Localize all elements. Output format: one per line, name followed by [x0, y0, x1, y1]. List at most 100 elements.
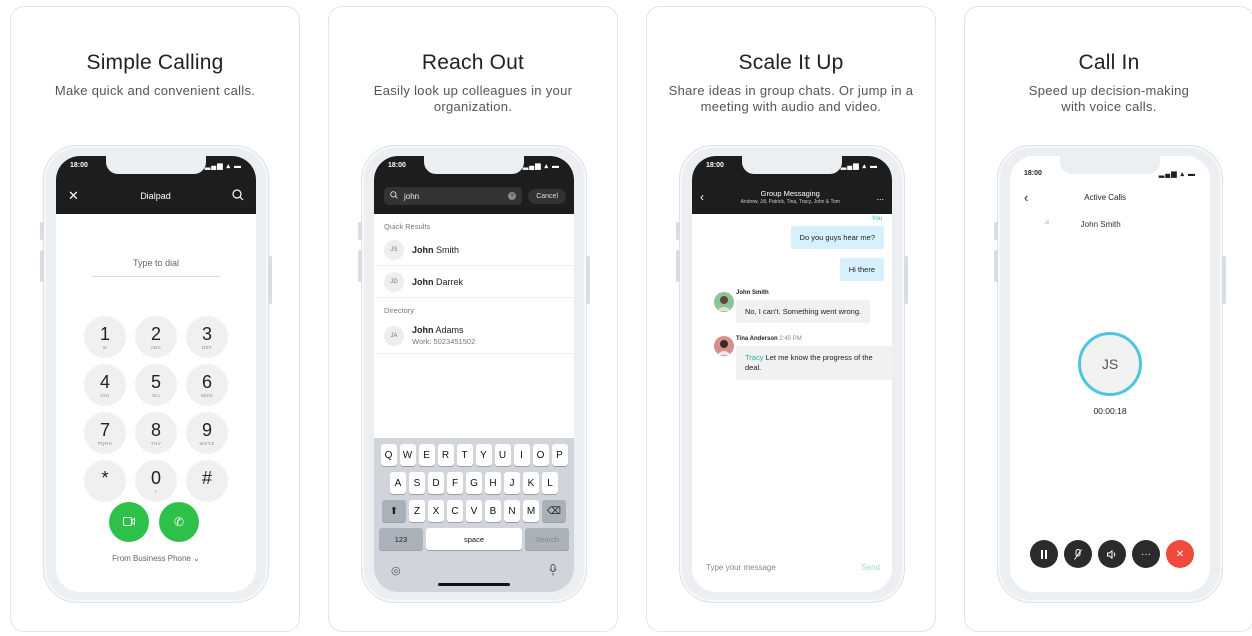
- quick-results-label: Quick Results: [384, 222, 431, 231]
- key-1[interactable]: 1 ✉: [84, 316, 126, 358]
- key-3[interactable]: 3 DEF: [186, 316, 228, 358]
- clear-icon[interactable]: ×: [508, 192, 517, 200]
- end-call-icon[interactable]: ✕: [1166, 540, 1194, 568]
- search-icon[interactable]: [232, 189, 244, 203]
- keyboard-key[interactable]: M: [523, 500, 539, 522]
- search-query: john: [404, 191, 420, 201]
- caller-avatar: JS: [1078, 332, 1142, 396]
- search-key[interactable]: Search: [525, 528, 569, 550]
- contact-first-name: John: [412, 325, 434, 335]
- keyboard-key[interactable]: L: [542, 472, 558, 494]
- video-call-button[interactable]: [109, 502, 149, 542]
- keyboard-key[interactable]: N: [504, 500, 520, 522]
- audio-call-button[interactable]: ✆: [159, 502, 199, 542]
- contact-first-name: John: [412, 244, 434, 255]
- send-button[interactable]: Send: [861, 563, 880, 572]
- from-business-phone[interactable]: From Business Phone ⌄: [56, 554, 256, 563]
- key-6[interactable]: 6 MNO: [186, 364, 228, 406]
- pause-icon[interactable]: [1030, 540, 1058, 568]
- key-8[interactable]: 8 TUV: [135, 412, 177, 454]
- side-button: [586, 256, 590, 304]
- contact-last-name: Smith: [436, 244, 460, 255]
- active-call-row[interactable]: .ıl John Smith: [1044, 220, 1176, 229]
- list-item[interactable]: JD John Darrek: [374, 266, 574, 298]
- sender-name: John Smith: [736, 290, 769, 296]
- more-icon[interactable]: ···: [1132, 540, 1160, 568]
- keyboard-key[interactable]: T: [456, 444, 473, 466]
- keyboard-key[interactable]: Y: [475, 444, 492, 466]
- more-icon[interactable]: ...: [876, 192, 884, 202]
- key-digit: *: [101, 467, 109, 488]
- phone-screen: 18:00 ▂▄▆ ▴ ▬ ✕ Dialpad Type to dial 1 ✉ …: [56, 156, 256, 592]
- key-digit: 4: [99, 371, 110, 392]
- key-4[interactable]: 4 GHI: [84, 364, 126, 406]
- card-title: Simple Calling: [86, 51, 224, 74]
- backspace-key[interactable]: ⌫: [542, 500, 566, 522]
- list-item[interactable]: JA John Adams Work: 5023451502: [374, 318, 574, 354]
- mic-icon[interactable]: [549, 564, 557, 579]
- keyboard-key[interactable]: G: [466, 472, 482, 494]
- key-2[interactable]: 2 ABC: [135, 316, 177, 358]
- keyboard-key[interactable]: R: [437, 444, 454, 466]
- contact-first-name: John: [412, 276, 434, 287]
- keyboard-key[interactable]: J: [504, 472, 520, 494]
- keyboard-key[interactable]: P: [551, 444, 568, 466]
- dial-input[interactable]: Type to dial: [92, 258, 220, 277]
- card-title: Call In: [1078, 51, 1140, 74]
- keyboard-key[interactable]: S: [409, 472, 425, 494]
- keyboard-key[interactable]: A: [390, 472, 406, 494]
- keyboard-key[interactable]: I: [513, 444, 530, 466]
- key-9[interactable]: 9 WXYZ: [186, 412, 228, 454]
- keyboard-key[interactable]: O: [532, 444, 549, 466]
- globe-icon[interactable]: ◎: [391, 564, 401, 579]
- side-button: [40, 250, 44, 282]
- sender-name: Tina Anderson: [736, 336, 778, 342]
- keyboard-key[interactable]: D: [428, 472, 444, 494]
- card-call-in: Call In Speed up decision-making with vo…: [964, 6, 1252, 632]
- speaker-icon[interactable]: [1098, 540, 1126, 568]
- avatar: JD: [384, 271, 404, 292]
- keyboard-key[interactable]: X: [428, 500, 444, 522]
- keyboard: QWERTYUIOP ASDFGHJKL ⬆ ZXCVBNM ⌫ 123 spa…: [374, 438, 574, 592]
- keyboard-key[interactable]: H: [485, 472, 501, 494]
- mention[interactable]: Tracy: [745, 353, 763, 362]
- key-0[interactable]: 0 +: [135, 460, 177, 502]
- keyboard-key[interactable]: C: [447, 500, 463, 522]
- keyboard-key[interactable]: Q: [380, 444, 397, 466]
- keyboard-key[interactable]: F: [447, 472, 463, 494]
- cancel-button[interactable]: Cancel: [528, 188, 566, 204]
- keyboard-key[interactable]: U: [494, 444, 511, 466]
- keyboard-key[interactable]: B: [485, 500, 501, 522]
- key-7[interactable]: 7 PQRS: [84, 412, 126, 454]
- key-5[interactable]: 5 JKL: [135, 364, 177, 406]
- key-digit: 7: [99, 419, 110, 440]
- close-icon[interactable]: ✕: [68, 188, 79, 204]
- home-indicator: [1074, 583, 1146, 586]
- key-star[interactable]: *: [84, 460, 126, 502]
- mute-icon[interactable]: [1064, 540, 1092, 568]
- numbers-key[interactable]: 123: [379, 528, 423, 550]
- key-letters: DEF: [201, 344, 213, 350]
- message-bubble: Hi there: [839, 258, 884, 281]
- key-hash[interactable]: #: [186, 460, 228, 502]
- keyboard-key[interactable]: E: [418, 444, 435, 466]
- contact-work-number: Work: 5023451502: [412, 337, 476, 346]
- side-button: [994, 250, 998, 282]
- keyboard-key[interactable]: K: [523, 472, 539, 494]
- list-item[interactable]: JS John Smith: [374, 234, 574, 266]
- space-key[interactable]: space: [426, 528, 522, 550]
- shift-key[interactable]: ⬆: [382, 500, 406, 522]
- phone-screen: 18:00 ▂▄▆ ▴ ▬ ‹ Active Calls .ıl John Sm…: [1010, 156, 1210, 592]
- keyboard-key[interactable]: V: [466, 500, 482, 522]
- phone-frame: 18:00 ▂▄▆ ▴ ▬ ✕ Dialpad Type to dial 1 ✉ …: [40, 145, 272, 603]
- call-timer: 00:00:18: [1093, 406, 1127, 416]
- key-digit: 0: [150, 467, 161, 488]
- keyboard-key[interactable]: W: [399, 444, 416, 466]
- caller-name: John Smith: [1080, 220, 1121, 229]
- message-input[interactable]: Type your message Send: [706, 563, 880, 572]
- key-digit: 9: [201, 419, 212, 440]
- phone-icon: ✆: [173, 515, 185, 529]
- status-icons: ▂▄▆ ▴ ▬: [522, 163, 560, 170]
- search-input[interactable]: john ×: [384, 187, 523, 205]
- keyboard-key[interactable]: Z: [409, 500, 425, 522]
